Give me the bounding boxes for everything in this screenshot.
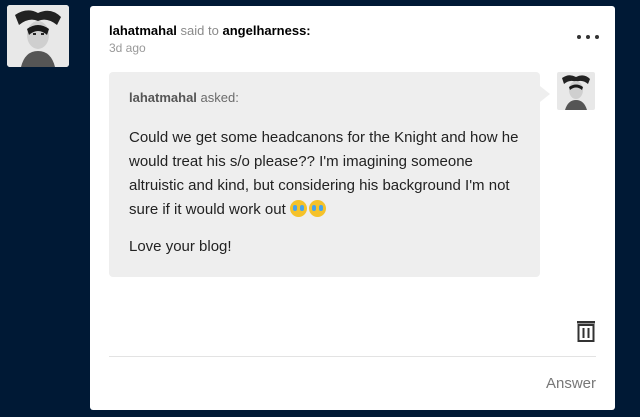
- avatar-image: [7, 5, 69, 67]
- ask-post-card: lahatmahal said to angelharness: 3d ago …: [90, 6, 615, 410]
- ask-question: Could we get some headcanons for the Kni…: [129, 126, 529, 222]
- more-horizontal-icon[interactable]: [577, 30, 599, 44]
- ask-bubble: lahatmahal asked: Could we get some head…: [109, 72, 550, 277]
- crying-face-icon: [289, 200, 307, 217]
- crying-face-icon: [308, 200, 326, 217]
- said-to-text: said to: [180, 23, 219, 38]
- post-timestamp: 3d ago: [109, 41, 146, 55]
- footer-divider: [109, 356, 596, 357]
- sender-name[interactable]: lahatmahal: [109, 23, 177, 38]
- answer-button[interactable]: Answer: [546, 375, 596, 392]
- trash-icon[interactable]: [576, 320, 596, 342]
- asker-name[interactable]: lahatmahal: [129, 90, 197, 105]
- asker-line: lahatmahal asked:: [129, 90, 239, 105]
- post-header: lahatmahal said to angelharness:: [109, 23, 311, 38]
- asker-avatar[interactable]: [557, 72, 595, 110]
- asked-label: asked:: [200, 90, 239, 105]
- ask-closing: Love your blog!: [129, 238, 232, 255]
- asker-avatar-image: [557, 72, 595, 110]
- sender-avatar[interactable]: [7, 5, 69, 67]
- recipient-name[interactable]: angelharness:: [222, 23, 310, 38]
